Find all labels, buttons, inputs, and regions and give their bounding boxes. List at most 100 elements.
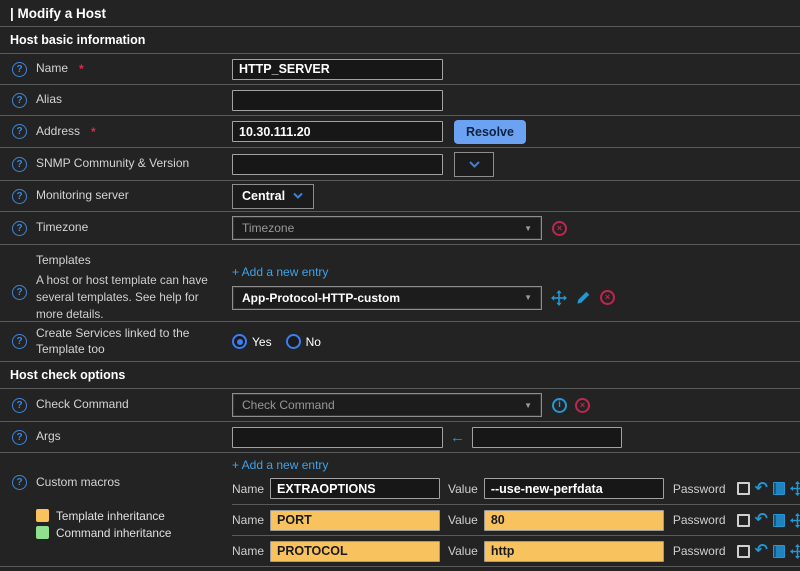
custom-macros-label: Custom macros — [36, 475, 120, 491]
monitoring-server-label: Monitoring server — [36, 188, 129, 204]
macro-name-input[interactable] — [270, 541, 440, 562]
move-icon[interactable] — [551, 290, 567, 306]
dropdown-arrow-icon: ▼ — [524, 293, 532, 302]
page-title-text: | Modify a Host — [10, 6, 106, 21]
monitoring-server-select[interactable]: Central — [232, 184, 314, 209]
args-input-1[interactable] — [232, 427, 443, 448]
templates-add-entry-link[interactable]: + Add a new entry — [232, 265, 328, 279]
snmp-label: SNMP Community & Version — [36, 156, 189, 172]
monitoring-server-value: Central — [242, 189, 285, 203]
macro-box-icon[interactable] — [773, 514, 785, 527]
move-icon[interactable] — [790, 513, 800, 528]
dropdown-arrow-icon: ▼ — [524, 224, 532, 233]
legend-command-inheritance: Command inheritance — [36, 526, 232, 540]
undo-icon[interactable]: ↶ — [755, 483, 768, 495]
templates-description: A host or host template can have several… — [36, 272, 216, 323]
modify-host-page: | Modify a Host Host basic information ?… — [0, 0, 800, 571]
section-host-check-options: Host check options — [0, 362, 800, 389]
help-icon[interactable]: ? — [12, 398, 27, 413]
radio-option-yes[interactable]: Yes — [232, 334, 272, 349]
macro-password-label: Password — [673, 482, 726, 496]
radio-option-no[interactable]: No — [286, 334, 321, 349]
name-label: Name — [36, 61, 68, 77]
required-marker: * — [91, 125, 96, 139]
chevron-down-icon — [468, 160, 481, 169]
macro-box-icon[interactable] — [773, 545, 785, 558]
row-check-command: ? Check Command Check Command ▼ i × — [0, 389, 800, 422]
macro-value-input[interactable] — [484, 510, 664, 531]
required-marker: * — [79, 62, 84, 76]
args-input-2[interactable] — [472, 427, 622, 448]
move-icon[interactable] — [790, 481, 800, 496]
name-input[interactable] — [232, 59, 443, 80]
move-icon[interactable] — [790, 544, 800, 559]
macros-add-entry-link[interactable]: + Add a new entry — [232, 458, 328, 472]
macro-row-port: Name Value Password ↶ × — [232, 504, 800, 535]
address-input[interactable] — [232, 121, 443, 142]
help-icon[interactable]: ? — [12, 93, 27, 108]
undo-icon[interactable]: ↶ — [755, 545, 768, 557]
radio-no[interactable] — [286, 334, 301, 349]
help-icon[interactable]: ? — [12, 430, 27, 445]
create-services-radio-group: Yes No — [232, 334, 321, 349]
clear-check-command-icon[interactable]: × — [575, 398, 590, 413]
radio-yes-label: Yes — [252, 335, 272, 349]
macro-name-input[interactable] — [270, 510, 440, 531]
row-custom-macros: ? Custom macros Template inheritance Com… — [0, 453, 800, 567]
timezone-label: Timezone — [36, 220, 88, 236]
macro-value-input[interactable] — [484, 541, 664, 562]
edit-pencil-icon[interactable] — [576, 290, 591, 305]
radio-yes[interactable] — [232, 334, 247, 349]
left-arrow-icon: ← — [450, 429, 465, 446]
check-command-select[interactable]: Check Command ▼ — [232, 393, 542, 417]
help-icon[interactable]: ? — [12, 285, 27, 300]
args-label: Args — [36, 429, 61, 445]
help-icon[interactable]: ? — [12, 62, 27, 77]
password-checkbox[interactable] — [737, 482, 750, 495]
address-label: Address — [36, 124, 80, 140]
check-command-label: Check Command — [36, 397, 129, 413]
macro-value-label: Value — [448, 482, 478, 496]
delete-template-icon[interactable]: × — [600, 290, 615, 305]
create-services-label: Create Services linked to the Template t… — [36, 326, 216, 357]
alias-input[interactable] — [232, 90, 443, 111]
help-icon[interactable]: ? — [12, 221, 27, 236]
info-icon[interactable]: i — [552, 398, 567, 413]
inheritance-legend: Template inheritance Command inheritance — [36, 509, 232, 540]
undo-icon[interactable]: ↶ — [755, 514, 768, 526]
macro-value-label: Value — [448, 513, 478, 527]
command-inheritance-swatch — [36, 526, 49, 539]
legend-template-inheritance: Template inheritance — [36, 509, 232, 523]
row-alias: ? Alias — [0, 85, 800, 116]
template-inheritance-swatch — [36, 509, 49, 522]
macro-password-label: Password — [673, 513, 726, 527]
radio-no-label: No — [306, 335, 321, 349]
password-checkbox[interactable] — [737, 514, 750, 527]
timezone-select[interactable]: Timezone ▼ — [232, 216, 542, 240]
chevron-down-icon — [292, 192, 304, 200]
help-icon[interactable]: ? — [12, 124, 27, 139]
macro-box-icon[interactable] — [773, 482, 785, 495]
help-icon[interactable]: ? — [12, 475, 27, 490]
help-icon[interactable]: ? — [12, 157, 27, 172]
resolve-button[interactable]: Resolve — [454, 120, 526, 144]
macro-value-input[interactable] — [484, 478, 664, 499]
help-icon[interactable]: ? — [12, 189, 27, 204]
row-snmp: ? SNMP Community & Version — [0, 148, 800, 181]
snmp-community-input[interactable] — [232, 154, 443, 175]
template-select[interactable]: App-Protocol-HTTP-custom ▼ — [232, 286, 542, 310]
password-checkbox[interactable] — [737, 545, 750, 558]
macro-password-label: Password — [673, 544, 726, 558]
macro-name-input[interactable] — [270, 478, 440, 499]
page-title: | Modify a Host — [0, 0, 800, 27]
row-timezone: ? Timezone Timezone ▼ × — [0, 212, 800, 245]
help-icon[interactable]: ? — [12, 334, 27, 349]
template-selected-value: App-Protocol-HTTP-custom — [242, 291, 400, 305]
timezone-placeholder: Timezone — [242, 221, 294, 235]
snmp-version-select[interactable] — [454, 152, 494, 177]
macro-name-label: Name — [232, 544, 264, 558]
row-args: ? Args ← — [0, 422, 800, 453]
row-monitoring-server: ? Monitoring server Central — [0, 181, 800, 212]
row-templates: ? Templates A host or host template can … — [0, 245, 800, 322]
clear-timezone-icon[interactable]: × — [552, 221, 567, 236]
